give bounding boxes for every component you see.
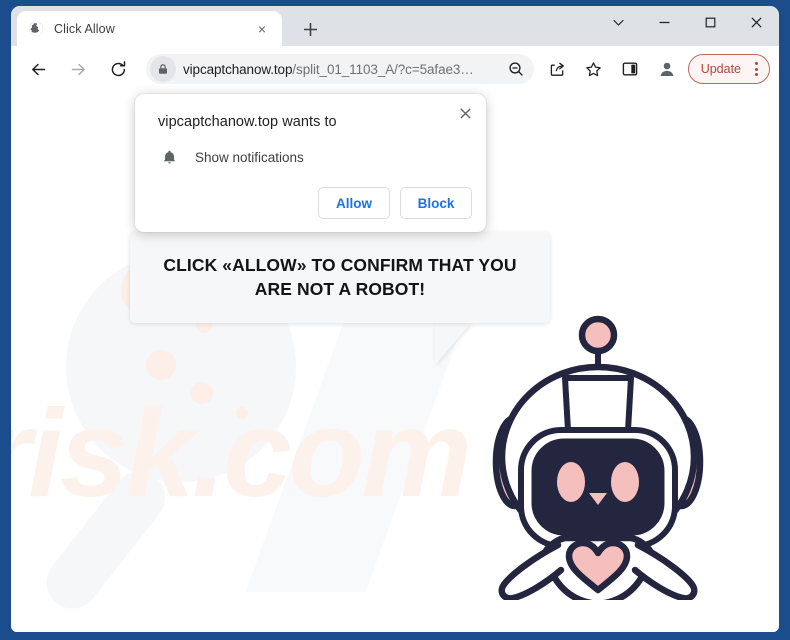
globe-icon	[27, 20, 44, 37]
update-label: Update	[700, 62, 741, 76]
tab-search-button[interactable]	[595, 6, 641, 38]
address-bar[interactable]: vipcaptchanow.top/split_01_1103_A/?c=5af…	[146, 54, 534, 84]
watermark-text: risk.com	[11, 385, 472, 523]
tab-strip: Click Allow ×	[11, 6, 779, 46]
robot-mascot	[473, 290, 723, 608]
dialog-actions: Allow Block	[318, 187, 472, 219]
browser-toolbar: vipcaptchanow.top/split_01_1103_A/?c=5af…	[11, 46, 779, 92]
update-button[interactable]: Update	[687, 54, 770, 84]
speech-bubble-tail	[435, 323, 471, 365]
speech-bubble: CLICK «ALLOW» TO CONFIRM THAT YOU ARE NO…	[130, 232, 550, 323]
close-window-button[interactable]	[733, 6, 779, 38]
watermark-dot	[146, 350, 176, 380]
bell-icon	[158, 146, 180, 168]
block-button[interactable]: Block	[400, 187, 472, 219]
share-icon[interactable]	[544, 55, 572, 83]
permission-label: Show notifications	[195, 149, 304, 165]
notification-permission-dialog: vipcaptchanow.top wants to Show notifica…	[135, 94, 486, 232]
address-bar-url: vipcaptchanow.top/split_01_1103_A/?c=5af…	[183, 62, 502, 77]
browser-tab[interactable]: Click Allow ×	[17, 11, 282, 46]
kebab-menu-icon[interactable]	[749, 59, 763, 79]
lock-icon[interactable]	[150, 56, 176, 82]
new-tab-button[interactable]	[296, 15, 324, 43]
watermark-dot	[236, 407, 248, 419]
close-tab-icon[interactable]: ×	[252, 19, 272, 39]
tab-title: Click Allow	[54, 21, 115, 36]
zoom-out-icon[interactable]	[504, 57, 528, 81]
bubble-line-1: CLICK «ALLOW» TO CONFIRM THAT YOU	[163, 255, 517, 276]
permission-row: Show notifications	[158, 146, 304, 168]
star-icon[interactable]	[580, 55, 608, 83]
url-domain: vipcaptchanow.top	[183, 61, 293, 77]
browser-window: Click Allow × vipcaptchanow.top/split_01…	[0, 0, 790, 640]
allow-button[interactable]: Allow	[318, 187, 390, 219]
browser-window-inner: Click Allow × vipcaptchanow.top/split_01…	[11, 6, 779, 632]
forward-button[interactable]	[63, 54, 93, 84]
bubble-line-2: ARE NOT A ROBOT!	[254, 278, 426, 299]
side-panel-icon[interactable]	[616, 55, 644, 83]
speech-bubble-text: CLICK «ALLOW» TO CONFIRM THAT YOU ARE NO…	[163, 254, 516, 300]
url-path: /split_01_1103_A/?c=5afae3…	[292, 61, 474, 77]
dialog-title: vipcaptchanow.top wants to	[158, 114, 337, 130]
window-controls	[595, 6, 779, 46]
back-button[interactable]	[23, 54, 53, 84]
close-icon[interactable]	[452, 100, 478, 126]
watermark-dot	[191, 382, 213, 404]
profile-avatar[interactable]	[653, 55, 681, 83]
minimize-button[interactable]	[641, 6, 687, 38]
maximize-button[interactable]	[687, 6, 733, 38]
reload-button[interactable]	[103, 54, 133, 84]
watermark-magnifier-handle	[36, 460, 176, 620]
